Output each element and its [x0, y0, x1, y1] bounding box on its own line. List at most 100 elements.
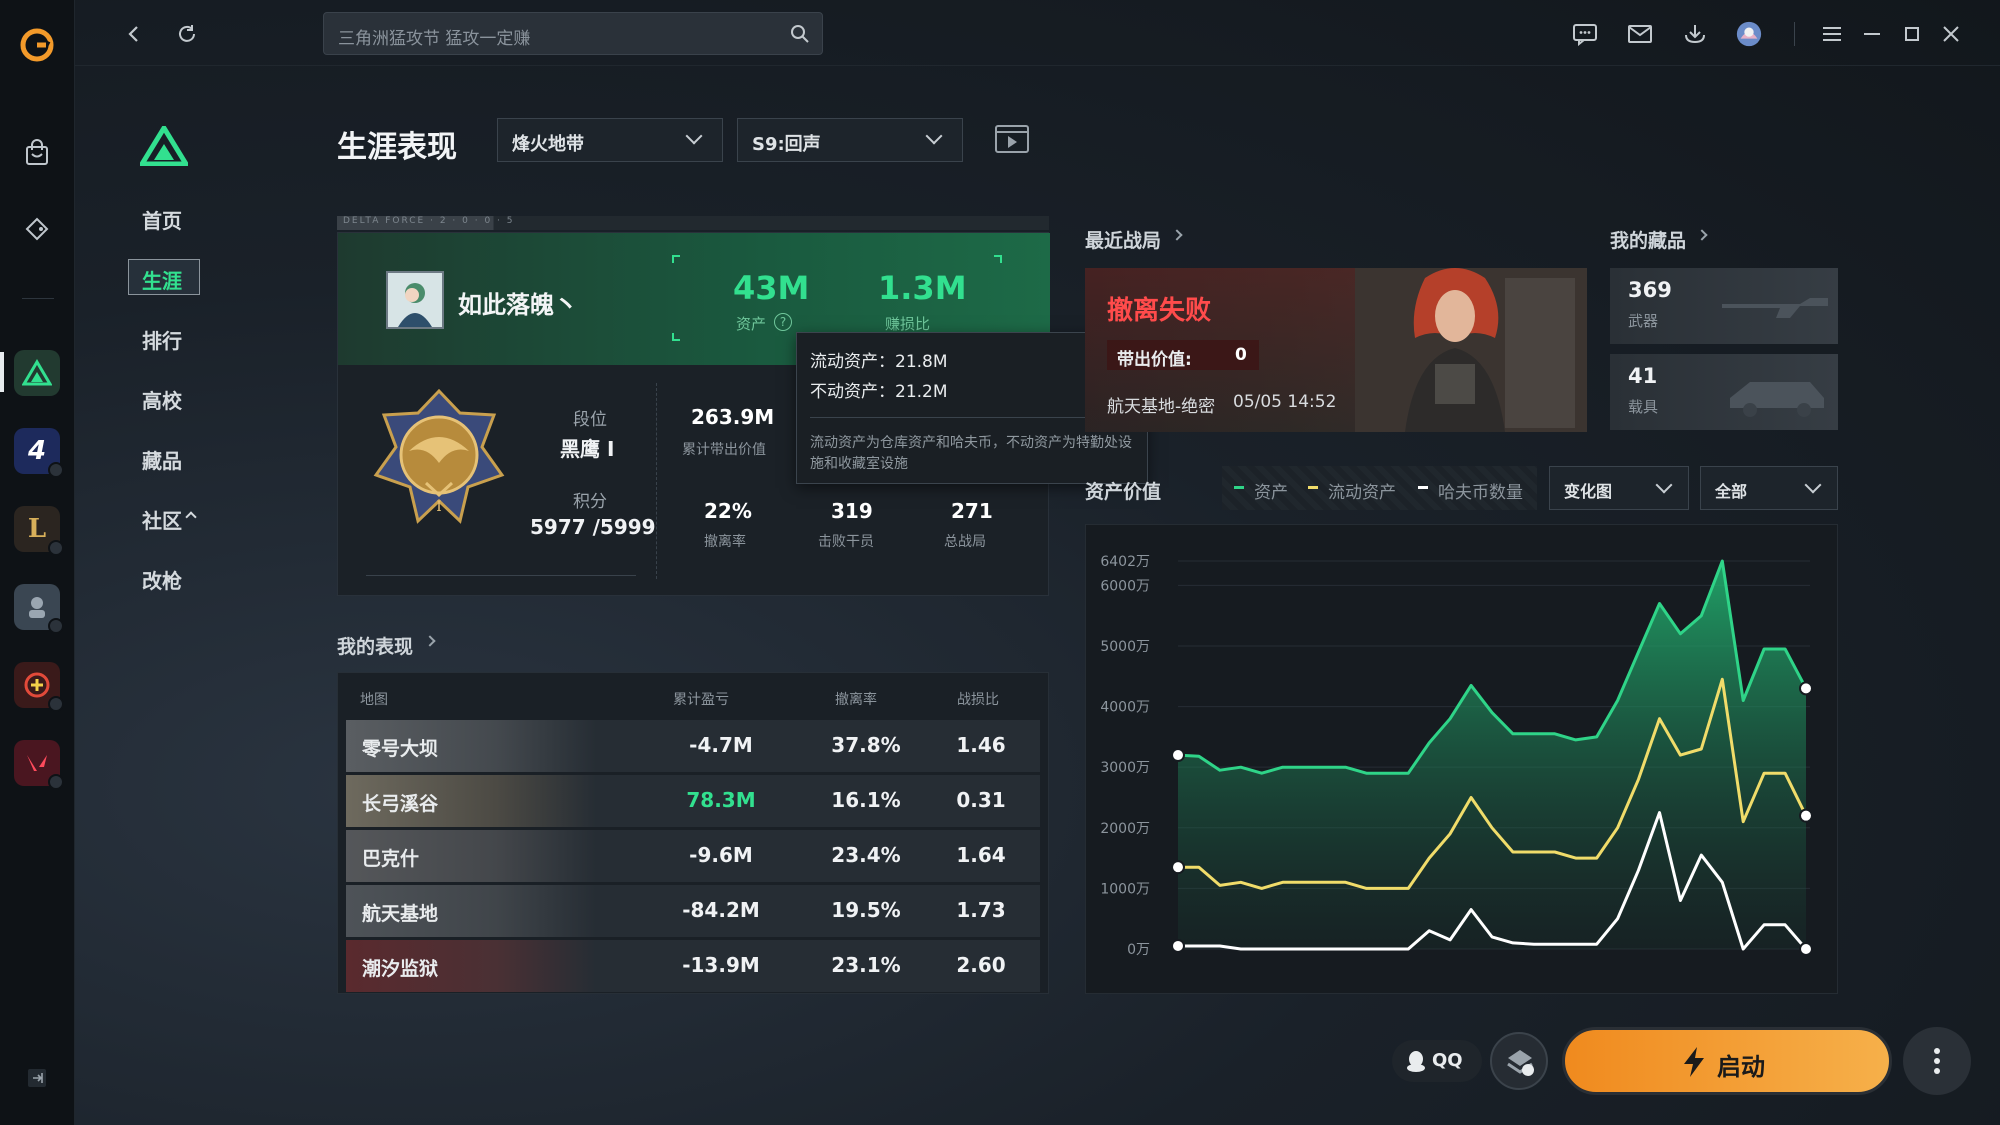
chart-view-dropdown[interactable]: 变化图: [1549, 466, 1689, 510]
chart-legend: 资产 流动资产 哈夫币数量: [1222, 466, 1537, 510]
recent-match-card[interactable]: 撤离失败 带出价值: 0 航天基地-绝密 05/05 14:52: [1085, 268, 1587, 432]
chat-icon[interactable]: [1571, 20, 1599, 48]
chart-filter-label: 全部: [1715, 482, 1748, 501]
stats-divider: [656, 383, 657, 579]
collection-title[interactable]: 我的藏品: [1610, 226, 1686, 253]
delta-force-logo-icon: [137, 123, 191, 170]
performance-table: 地图 累计盈亏 撤离率 战损比 零号大坝 -4.7M 37.8% 1.46 长弓…: [337, 672, 1049, 994]
nav-item-career[interactable]: 生涯: [142, 265, 182, 294]
series-endpoint-marker[interactable]: [1799, 681, 1813, 696]
rail-game-crossfire-icon[interactable]: [14, 662, 64, 712]
rail-active-indicator: [0, 352, 4, 392]
refresh-icon[interactable]: [173, 20, 201, 48]
game-library-icon[interactable]: [14, 206, 60, 252]
svg-text:I: I: [436, 499, 442, 515]
collection-weapons-card[interactable]: 369 武器: [1610, 268, 1838, 344]
y-tick-label: 6402万: [1100, 554, 1150, 570]
stat-value-extracted: 263.9M: [691, 405, 775, 429]
column-header-extract-rate: 撤离率: [835, 692, 877, 708]
help-question-icon[interactable]: ?: [774, 313, 792, 331]
table-row[interactable]: 潮汐监狱 -13.9M 23.1% 2.60: [346, 940, 1040, 992]
minimize-icon[interactable]: [1858, 20, 1886, 48]
rank-label: 段位: [573, 410, 607, 430]
chevron-down-icon: [1655, 476, 1673, 494]
qq-penguin-icon: [1407, 1051, 1425, 1072]
recent-match-title[interactable]: 最近战局: [1085, 226, 1161, 253]
nav-item-college[interactable]: 高校: [142, 385, 182, 414]
kd-value: 1.73: [956, 898, 1006, 922]
performance-title[interactable]: 我的表现: [337, 632, 413, 659]
y-tick-label: 2000万: [1100, 821, 1150, 837]
season-dropdown[interactable]: S9:回声: [737, 118, 963, 162]
rail-game-valorant-icon[interactable]: [14, 740, 64, 790]
collection-vehicles-card[interactable]: 41 载具: [1610, 354, 1838, 430]
launch-button[interactable]: 启动: [1562, 1027, 1892, 1095]
legend-assets: 资产: [1254, 483, 1288, 503]
stat-label-matches: 总战局: [944, 534, 986, 550]
table-row[interactable]: 巴克什 -9.6M 23.4% 1.64: [346, 830, 1040, 882]
table-row[interactable]: 长弓溪谷 78.3M 16.1% 0.31: [346, 775, 1040, 827]
rail-game-delta-force[interactable]: [14, 350, 60, 396]
chart-filter-dropdown[interactable]: 全部: [1700, 466, 1838, 510]
accelerator-icon[interactable]: [1490, 1032, 1548, 1090]
legend-swatch-liquid: [1308, 486, 1318, 489]
user-avatar-icon[interactable]: [1735, 20, 1763, 48]
series-endpoint-marker[interactable]: [1171, 748, 1185, 763]
table-row[interactable]: 航天基地 -84.2M 19.5% 1.73: [346, 885, 1040, 937]
stat-label-extract-rate: 撤离率: [704, 534, 746, 550]
nav-item-ranking[interactable]: 排行: [142, 325, 182, 354]
stat-label-extracted: 累计带出价值: [682, 442, 766, 458]
search-input[interactable]: 三角洲猛攻节 猛攻一定赚: [323, 12, 823, 55]
collapse-rail-icon[interactable]: [14, 1055, 60, 1101]
nav-item-home[interactable]: 首页: [142, 205, 182, 234]
search-placeholder: 三角洲猛攻节 猛攻一定赚: [338, 29, 531, 49]
legend-swatch-assets: [1234, 486, 1244, 489]
rail-game-naraka-icon[interactable]: 4: [14, 428, 64, 478]
tooltip-note: 流动资产为仓库资产和哈夫币，不动资产为特勤处设施和收藏室设施: [810, 435, 1132, 472]
mode-dropdown-label: 烽火地带: [512, 134, 584, 155]
y-tick-label: 4000万: [1100, 700, 1150, 716]
topbar-divider: [1794, 22, 1795, 46]
series-endpoint-marker[interactable]: [1799, 942, 1813, 956]
rifle-icon: [1722, 298, 1828, 318]
rail-divider: [22, 298, 54, 299]
mode-dropdown[interactable]: 烽火地带: [497, 118, 723, 162]
series-endpoint-marker[interactable]: [1799, 808, 1813, 823]
nav-item-gunsmith[interactable]: 改枪: [142, 565, 182, 594]
extract-rate-value: 37.8%: [831, 733, 901, 757]
series-endpoint-marker[interactable]: [1171, 860, 1185, 875]
store-bag-icon[interactable]: [14, 130, 60, 176]
back-icon[interactable]: [120, 20, 148, 48]
launch-label: 启动: [1717, 1053, 1765, 1081]
menu-icon[interactable]: [1818, 20, 1846, 48]
pnl-value: -84.2M: [682, 898, 760, 922]
y-tick-label: 6000万: [1100, 578, 1150, 594]
tooltip-fixed-assets: 不动资产：21.2M: [810, 382, 948, 402]
series-endpoint-marker[interactable]: [1171, 938, 1185, 953]
weapons-count: 369: [1628, 278, 1672, 302]
rail-game-pubg-icon[interactable]: [14, 584, 64, 634]
qq-account-button[interactable]: QQ: [1392, 1040, 1482, 1082]
kd-value: 1.3M: [878, 269, 967, 307]
mail-icon[interactable]: [1626, 20, 1654, 48]
player-avatar[interactable]: [386, 271, 444, 329]
map-name: 航天基地: [362, 903, 439, 925]
download-icon[interactable]: [1681, 20, 1709, 48]
pnl-value: 78.3M: [686, 788, 756, 812]
app-logo-icon[interactable]: [14, 22, 60, 68]
rail-game-lol-icon[interactable]: L: [14, 506, 64, 556]
profile-card-tab: DELTA FORCE · 2 · 0 · 0 · 5: [337, 216, 1049, 230]
maximize-icon[interactable]: [1898, 20, 1926, 48]
match-time: 05/05 14:52: [1233, 392, 1337, 412]
more-options-button[interactable]: [1903, 1027, 1971, 1095]
close-icon[interactable]: [1937, 20, 1965, 48]
legend-liquid-assets: 流动资产: [1328, 483, 1396, 503]
nav-item-community[interactable]: 社区: [142, 505, 182, 534]
search-icon[interactable]: [790, 24, 810, 44]
extract-rate-value: 23.4%: [831, 843, 901, 867]
table-row[interactable]: 零号大坝 -4.7M 37.8% 1.46: [346, 720, 1040, 772]
extract-rate-value: 23.1%: [831, 953, 901, 977]
vehicle-icon: [1730, 382, 1824, 417]
replay-video-icon[interactable]: [994, 123, 1030, 155]
nav-item-collection[interactable]: 藏品: [142, 445, 182, 474]
